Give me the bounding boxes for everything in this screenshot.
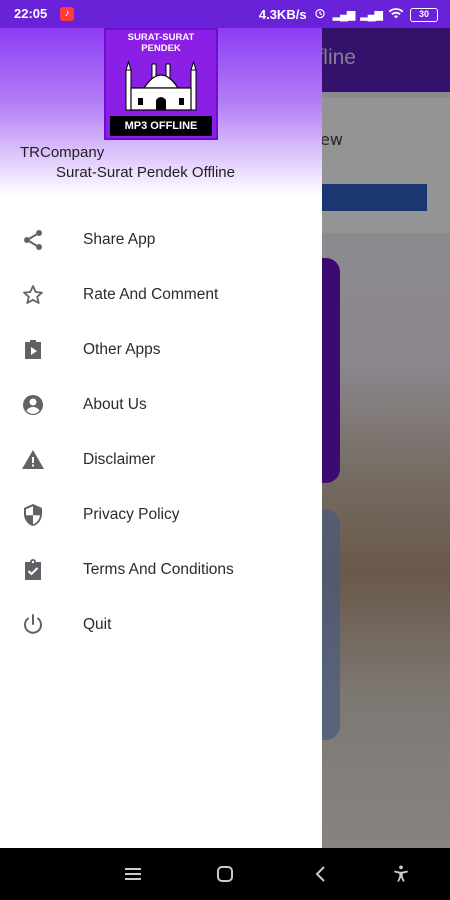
account-circle-icon [20,392,46,418]
home-nav-button[interactable] [213,862,237,886]
clipboard-check-icon [20,557,46,583]
share-icon [20,227,46,253]
signal-icon-1: ▂▄▆ [332,9,356,21]
drawer-header: SURAT-SURAT PENDEK MP3 OFFLINE TRCompany… [0,28,322,196]
menu-item-share-app[interactable]: Share App [0,212,322,267]
menu-label: Share App [83,230,156,248]
menu-label: Rate And Comment [83,285,219,303]
drawer-menu: Share App Rate And Comment Other Apps Ab… [0,212,322,652]
battery-icon: 30 [410,7,438,22]
play-store-icon [20,337,46,363]
menu-item-other-apps[interactable]: Other Apps [0,322,322,377]
logo-title: SURAT-SURAT PENDEK [127,32,195,54]
app-logo: SURAT-SURAT PENDEK MP3 OFFLINE [104,28,218,140]
accessibility-nav-button[interactable] [389,862,413,886]
menu-item-disclaimer[interactable]: Disclaimer [0,432,322,487]
menu-label: Privacy Policy [83,505,180,523]
app-name: Surat-Surat Pendek Offline [56,164,235,181]
warning-icon [20,447,46,473]
menu-label: About Us [83,395,147,413]
menu-item-rate-and-comment[interactable]: Rate And Comment [0,267,322,322]
back-nav-button[interactable] [308,862,332,886]
system-nav-bar [0,848,450,900]
star-icon [20,282,46,308]
menu-label: Disclaimer [83,450,156,468]
menu-nav-button[interactable] [121,862,145,886]
power-icon [20,612,46,638]
navigation-drawer: SURAT-SURAT PENDEK MP3 OFFLINE TRCompany… [0,28,322,848]
tiktok-icon: ♪ [60,7,74,21]
signal-icon-2: ▂▄▆ [360,9,383,21]
menu-label: Terms And Conditions [83,560,234,578]
logo-subtitle: MP3 OFFLINE [110,116,212,136]
menu-item-terms-and-conditions[interactable]: Terms And Conditions [0,542,322,597]
network-speed: 4.3KB/s [258,7,307,22]
menu-item-quit[interactable]: Quit [0,597,322,652]
alarm-icon [313,6,327,23]
status-right: 4.3KB/s ▂▄▆ ▂▄▆ 30 [259,6,438,23]
company-name: TRCompany [20,144,105,161]
status-time: 22:05 [14,6,48,21]
menu-item-privacy-policy[interactable]: Privacy Policy [0,487,322,542]
wifi-icon [388,6,404,23]
menu-item-about-us[interactable]: About Us [0,377,322,432]
status-bar: 22:05 ♪ 4.3KB/s ▂▄▆ ▂▄▆ 30 [0,0,450,28]
menu-label: Quit [83,615,112,633]
mosque-icon [125,60,197,111]
menu-label: Other Apps [83,340,161,358]
shield-icon [20,502,46,528]
